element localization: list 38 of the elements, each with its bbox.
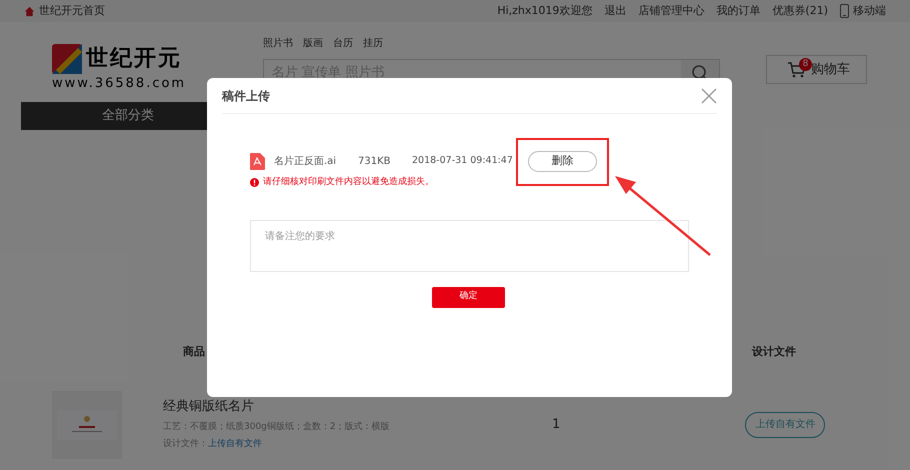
close-button[interactable] xyxy=(701,88,717,104)
mobile-link[interactable]: 移动端 xyxy=(853,2,886,20)
file-name: 名片正反面.ai xyxy=(274,154,338,169)
pdf-file-icon xyxy=(250,153,265,170)
remark-field[interactable]: 请备注您的要求 xyxy=(250,220,689,272)
dialog-title: 稿件上传 xyxy=(222,88,270,104)
logo-icon xyxy=(52,44,82,74)
cart-count-badge: 8 xyxy=(799,58,812,71)
home-link[interactable]: 世纪开元首页 xyxy=(39,2,105,20)
upload-time: 2018-07-31 09:41:47 xyxy=(412,154,514,168)
warning-text: 请仔细核对印刷文件内容以避免造成损失。 xyxy=(263,176,434,189)
column-header: 商品 xyxy=(183,344,205,360)
product-title: 经典铜版纸名片 xyxy=(163,398,255,416)
design-file-label: 设计文件： xyxy=(163,438,208,452)
quick-link[interactable]: 版画 xyxy=(303,36,323,51)
home-icon xyxy=(24,6,35,16)
logo-name: 世纪开元 xyxy=(86,45,182,73)
quick-link[interactable]: 照片书 xyxy=(263,36,293,51)
close-icon xyxy=(701,88,717,104)
top-link[interactable]: 优惠券(21) xyxy=(772,2,828,20)
confirm-button[interactable]: 确定 xyxy=(432,286,505,308)
file-size: 731KB xyxy=(358,155,392,169)
cart-button[interactable]: 8 购物车 xyxy=(766,55,867,84)
product-specs: 工艺：不覆膜；纸质300g铜版纸；盒数：2；版式：横版 xyxy=(163,420,391,434)
delete-button[interactable]: 删除 xyxy=(528,151,597,172)
phone-icon xyxy=(840,4,849,18)
quick-link[interactable]: 挂历 xyxy=(363,36,383,51)
top-link[interactable]: 店铺管理中心 xyxy=(638,2,704,20)
logo-url: www.36588.com xyxy=(52,77,188,90)
greeting-text: Hi,zhx1019欢迎您 xyxy=(497,2,592,19)
warning-icon xyxy=(250,178,259,188)
quantity-text: 1 xyxy=(552,416,560,434)
top-link[interactable]: 退出 xyxy=(604,2,626,20)
upload-link[interactable]: 上传自有文件 xyxy=(208,438,262,452)
top-link[interactable]: 我的订单 xyxy=(716,2,760,20)
column-header: 设计文件 xyxy=(752,344,796,360)
quick-link[interactable]: 台历 xyxy=(333,36,353,51)
upload-button[interactable]: 上传自有文件 xyxy=(745,412,826,438)
